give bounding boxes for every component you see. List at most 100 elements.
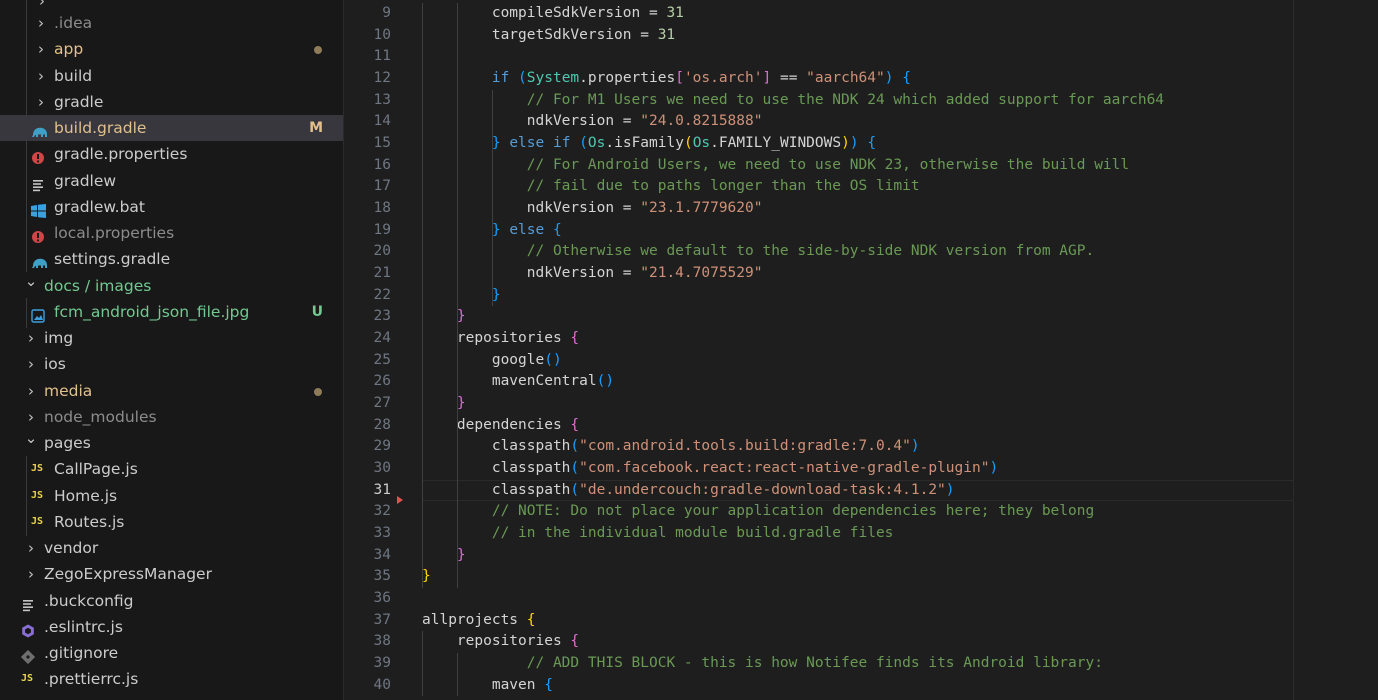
tree-item-label: settings.gradle (54, 250, 171, 269)
tree-item-buckconfig[interactable]: .buckconfig (0, 588, 343, 614)
code-line-16[interactable]: 16 // For Android Users, we need to use … (344, 155, 1378, 177)
code-text: // For Android Users, we need to use NDK… (526, 156, 1130, 173)
code-line-34[interactable]: 34 } (344, 545, 1378, 567)
tree-item-gitignore[interactable]: .gitignore (0, 640, 343, 666)
code-line-19[interactable]: 19 } else { (344, 220, 1378, 242)
code-line-11[interactable]: 11 (344, 46, 1378, 68)
tree-item-media[interactable]: › media (0, 378, 343, 404)
tree-item-docs-images[interactable]: ⌄ docs / images (0, 272, 343, 299)
chevron-right-icon: › (28, 355, 34, 374)
code-line-13[interactable]: 13 // For M1 Users we need to use the ND… (344, 90, 1378, 112)
text-lines-icon (21, 594, 35, 611)
tree-item-label: Routes.js (54, 512, 125, 531)
code-line-21[interactable]: 21 ndkVersion = "21.4.7075529" (344, 263, 1378, 285)
tree-item-prettierrc-js[interactable]: JS .prettierrc.js (0, 666, 343, 692)
line-number: 38 (373, 633, 391, 650)
code-text: } (456, 308, 466, 325)
tree-item-label: .prettierrc.js (44, 670, 139, 689)
tree-item-fcm-android-json-file-jpg[interactable]: fcm_android_json_file.jpg U (0, 299, 343, 325)
code-text: // fail due to paths longer than the OS … (526, 178, 920, 195)
code-line-39[interactable]: 39 // ADD THIS BLOCK - this is how Notif… (344, 653, 1378, 675)
chevron-right-icon: › (28, 381, 34, 400)
tree-item-gradle-properties[interactable]: gradle.properties (0, 141, 343, 167)
tree-item-label: img (44, 329, 74, 347)
git-icon (20, 646, 36, 665)
line-number: 29 (373, 438, 391, 455)
code-line-23[interactable]: 23 } (344, 306, 1378, 328)
code-line-35[interactable]: 35} (344, 566, 1378, 588)
code-text: ndkVersion = "21.4.7075529" (422, 265, 763, 282)
tree-item-gradlew[interactable]: gradlew (0, 168, 343, 194)
code-line-32[interactable]: 32 // NOTE: Do not place your applicatio… (344, 501, 1378, 523)
code-line-29[interactable]: 29 classpath("com.android.tools.build:gr… (344, 436, 1378, 458)
tree-item-label: ZegoExpressManager (44, 565, 212, 584)
code-line-14[interactable]: 14 ndkVersion = "24.0.8215888" (344, 111, 1378, 133)
code-line-30[interactable]: 30 classpath("com.facebook.react:react-n… (344, 458, 1378, 480)
code-line-12[interactable]: 12 if (System.properties['os.arch'] == "… (344, 68, 1378, 90)
code-line-10[interactable]: 10 targetSdkVersion = 31 (344, 25, 1378, 47)
code-line-15[interactable]: 15 } else if (Os.isFamily(Os.FAMILY_WIND… (344, 133, 1378, 155)
tree-item-zegoexpressmanager[interactable]: › ZegoExpressManager (0, 561, 343, 587)
line-number: 32 (373, 503, 391, 520)
tree-item-callpage-js[interactable]: JS CallPage.js (0, 456, 343, 482)
tree-item-gradle[interactable]: › gradle (0, 89, 343, 115)
line-number: 15 (373, 135, 391, 152)
javascript-icon: JS (21, 673, 34, 685)
code-line-17[interactable]: 17 // fail due to paths longer than the … (344, 176, 1378, 198)
code-line-25[interactable]: 25 google() (344, 350, 1378, 372)
javascript-icon: JS (31, 489, 44, 501)
tree-item-vendor[interactable]: › vendor (0, 535, 343, 561)
tree-item-label: build (54, 66, 93, 85)
tree-item-settings-gradle[interactable]: settings.gradle (0, 246, 343, 272)
tree-item-label: .idea (54, 14, 93, 32)
line-number: 9 (382, 5, 391, 21)
tree-item-build-gradle[interactable]: build.gradle M (0, 115, 343, 141)
code-line-40[interactable]: 40 maven { (344, 675, 1378, 697)
line-number: 34 (373, 546, 391, 563)
tree-item-app[interactable]: › app (0, 36, 343, 62)
line-number: 37 (373, 611, 391, 628)
code-line-18[interactable]: 18 ndkVersion = "23.1.7779620" (344, 198, 1378, 220)
line-number: 13 (373, 91, 391, 108)
code-line-26[interactable]: 26 mavenCentral() (344, 371, 1378, 393)
code-text: } (456, 395, 466, 412)
tree-item-local-properties[interactable]: local.properties (0, 220, 343, 246)
code-text: compileSdkVersion = 31 (422, 5, 684, 21)
code-line-31[interactable]: 31 classpath("de.undercouch:gradle-downl… (344, 479, 1378, 502)
tree-item-label: gradle.properties (54, 145, 188, 164)
tree-item-node-modules[interactable]: › node_modules (0, 404, 343, 430)
code-line-38[interactable]: 38 repositories { (344, 631, 1378, 653)
tree-item-idea[interactable]: › .idea (0, 10, 343, 36)
line-number: 18 (373, 200, 391, 217)
code-line-27[interactable]: 27 } (344, 393, 1378, 415)
code-line-36[interactable]: 36 (344, 588, 1378, 610)
tree-item-eslintrc-js[interactable]: .eslintrc.js (0, 614, 343, 640)
code-line-9[interactable]: 9 compileSdkVersion = 31 (344, 3, 1378, 25)
line-number: 28 (373, 416, 391, 433)
code-text: google() (422, 351, 562, 368)
tree-item-build[interactable]: › build (0, 63, 343, 89)
line-number: 26 (373, 373, 391, 390)
code-line-28[interactable]: 28 dependencies { (344, 415, 1378, 437)
code-line-37[interactable]: 37 allprojects { (344, 610, 1378, 632)
code-line-24[interactable]: 24 repositories { (344, 328, 1378, 350)
line-number: 22 (373, 286, 391, 303)
code-text: targetSdkVersion = 31 (422, 26, 676, 43)
tree-item-gradlew-bat[interactable]: gradlew.bat (0, 194, 343, 220)
tree-item-label: node_modules (44, 407, 157, 426)
tree-item-routes-js[interactable]: JS Routes.js (0, 509, 343, 535)
tree-item-home-js[interactable]: JS Home.js (0, 483, 343, 509)
code-line-22[interactable]: 22 } (344, 285, 1378, 307)
code-text: } (491, 286, 501, 303)
tree-item-img[interactable]: › img (0, 325, 343, 351)
tree-item-label: build.gradle (54, 119, 147, 137)
code-text: // For M1 Users we need to use the NDK 2… (526, 91, 1165, 108)
tree-item-pages[interactable]: ⌄ pages (0, 429, 343, 456)
code-line-20[interactable]: 20 // Otherwise we default to the side-b… (344, 241, 1378, 263)
line-number: 23 (373, 308, 391, 325)
tree-item-ios[interactable]: › ios (0, 351, 343, 377)
diff-gutter-marker[interactable] (397, 496, 403, 504)
code-line-33[interactable]: 33 // in the individual module build.gra… (344, 523, 1378, 545)
code-editor[interactable]: 9 compileSdkVersion = 31 10 targetSdkVers… (344, 0, 1378, 700)
tree-item-label: .buckconfig (44, 591, 134, 610)
